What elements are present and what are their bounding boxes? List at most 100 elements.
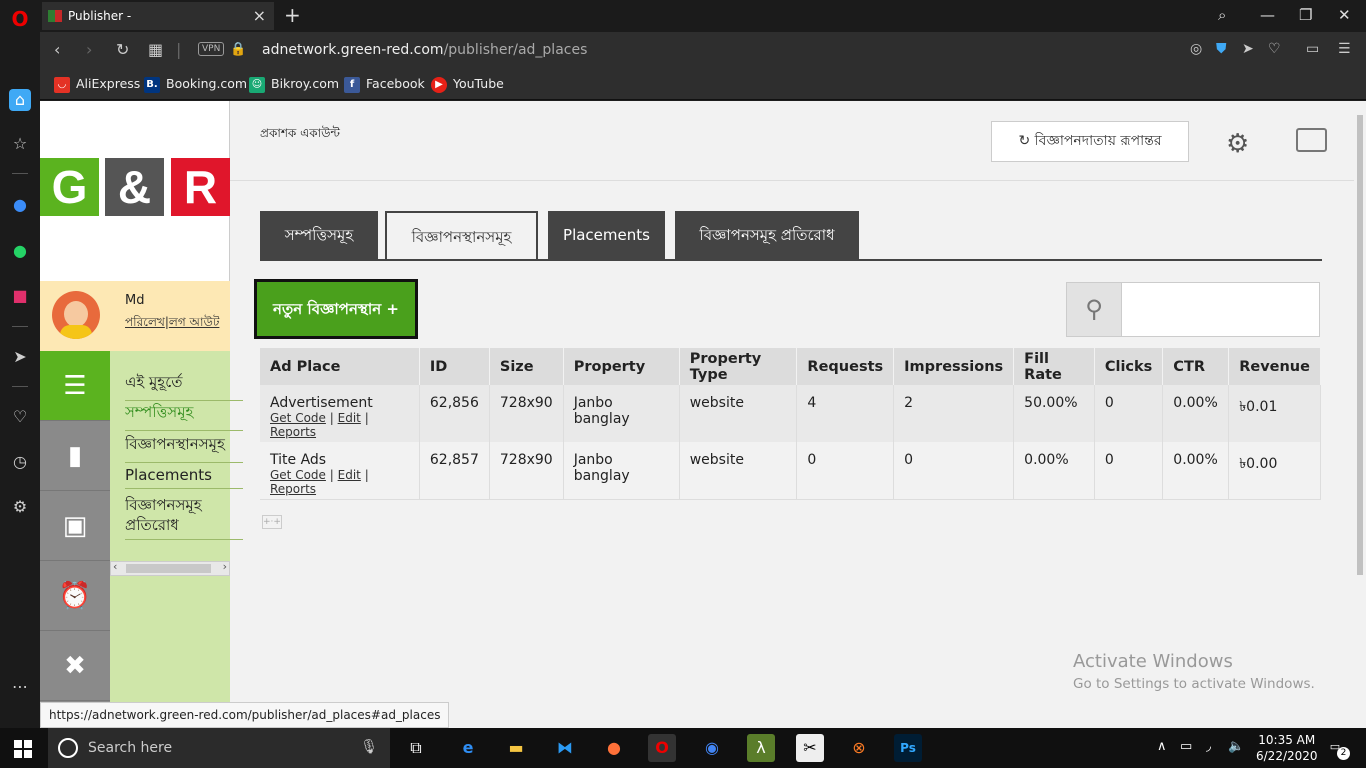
easy-setup-icon[interactable]: ☰	[1338, 41, 1351, 57]
bookmark-youtube[interactable]: ▶ YouTube	[431, 76, 504, 93]
reload-icon[interactable]: ↻	[116, 40, 129, 59]
col-size[interactable]: Size	[489, 348, 564, 385]
menu-item-placements[interactable]: Placements	[125, 466, 243, 489]
more-icon[interactable]: ⋯	[9, 676, 31, 698]
vscode-icon[interactable]: ⧓	[551, 734, 579, 762]
menu-item-properties[interactable]: সম্পত্তিসমূহ	[125, 401, 243, 431]
vpn-badge[interactable]: VPN	[198, 42, 225, 56]
gear-icon[interactable]: ⚙	[1226, 129, 1249, 159]
history-icon[interactable]: ◷	[9, 451, 31, 473]
new-tab-icon[interactable]: +	[284, 3, 301, 27]
search-tabs-icon[interactable]: ⌕	[1218, 6, 1226, 24]
taskbar-search[interactable]: Search here 🎙	[48, 728, 390, 768]
profile-link[interactable]: পরিলেখ	[125, 315, 165, 329]
search-input[interactable]	[1122, 282, 1320, 337]
battery-icon[interactable]: ▭	[1306, 41, 1319, 57]
col-property[interactable]: Property	[563, 348, 680, 385]
instagram-icon[interactable]: ■	[9, 285, 31, 307]
heart-bookmark-icon[interactable]: ♡	[1268, 41, 1281, 57]
tools-icon[interactable]: ✖	[40, 631, 110, 701]
bookmark-label: Bikroy.com	[271, 76, 340, 91]
page-scrollbar[interactable]	[1354, 101, 1366, 728]
bar-chart-icon[interactable]: ▮	[40, 421, 110, 491]
opera-taskbar-icon[interactable]: O	[648, 734, 676, 762]
lambda-app-icon[interactable]: λ	[747, 734, 775, 762]
menu-item-ad-places[interactable]: বিজ্ঞাপনস্থানসমূহ	[125, 433, 243, 463]
col-property-type[interactable]: Property Type	[679, 348, 798, 385]
tab-ad-blocking[interactable]: বিজ্ঞাপনসমূহ প্রতিরোধ	[675, 211, 859, 260]
tab-ad-places[interactable]: বিজ্ঞাপনস্থানসমূহ	[385, 211, 538, 261]
wallet-icon[interactable]: ▣	[40, 491, 110, 561]
heart-icon[interactable]: ♡	[9, 406, 31, 428]
edge-icon[interactable]: e	[454, 734, 482, 762]
bookmarks-icon[interactable]: ☆	[9, 133, 31, 155]
speed-dial-icon[interactable]: ⌂	[9, 89, 31, 111]
opera-logo-icon[interactable]: O	[9, 8, 31, 30]
get-code-link[interactable]: Get Code	[270, 411, 326, 425]
tray-chevron-icon[interactable]: ∧	[1157, 739, 1167, 754]
battery-tray-icon[interactable]: ▭	[1180, 739, 1192, 754]
messenger-icon[interactable]: ●	[9, 194, 31, 216]
photoshop-icon[interactable]: Ps	[894, 734, 922, 762]
settings-icon[interactable]: ⚙	[9, 496, 31, 518]
share-icon[interactable]: ➤	[1242, 41, 1254, 57]
task-view-icon[interactable]: ⧉	[402, 734, 430, 762]
chrome-icon[interactable]: ◉	[698, 734, 726, 762]
col-clicks[interactable]: Clicks	[1094, 348, 1164, 385]
pager-toggle[interactable]: +·+	[262, 515, 282, 529]
menu-item-now[interactable]: এই মুহূর্তে	[125, 371, 243, 401]
xampp-icon[interactable]: ⊗	[845, 734, 873, 762]
menu-scrollbar[interactable]: ‹ ›	[110, 560, 230, 576]
alarm-clock-icon[interactable]: ⏰	[40, 561, 110, 631]
col-revenue[interactable]: Revenue	[1228, 348, 1321, 385]
convert-to-advertiser-button[interactable]: ↻ বিজ্ঞাপনদাতায় রূপান্তর	[991, 121, 1189, 162]
tab-properties[interactable]: সম্পত্তিসমূহ	[260, 211, 378, 260]
whatsapp-icon[interactable]: ●	[9, 240, 31, 262]
wifi-icon[interactable]: ◞	[1206, 739, 1211, 754]
list-icon[interactable]: ☰	[40, 351, 110, 421]
get-code-link[interactable]: Get Code	[270, 468, 326, 482]
bookmark-bikroy[interactable]: ☺ Bikroy.com	[249, 76, 339, 93]
volume-icon[interactable]: 🔈	[1228, 739, 1244, 754]
notifications-icon[interactable]: ▭ 2	[1324, 736, 1350, 760]
col-id[interactable]: ID	[419, 348, 490, 385]
col-fill-rate[interactable]: Fill Rate	[1013, 348, 1095, 385]
clock[interactable]: 10:35 AM 6/22/2020	[1256, 732, 1318, 764]
windows-start-icon[interactable]	[14, 740, 32, 758]
bookmark-facebook[interactable]: f Facebook	[344, 76, 425, 93]
forward-icon[interactable]: ›	[86, 40, 92, 59]
browser-tab[interactable]: Publisher - ×	[42, 2, 274, 30]
reports-link[interactable]: Reports	[270, 482, 316, 496]
search-icon[interactable]: ⚲	[1066, 282, 1122, 337]
adblock-shield-icon[interactable]: ⛊	[1216, 41, 1227, 57]
snapshot-icon[interactable]: ◎	[1190, 41, 1202, 57]
minimize-icon[interactable]: —	[1260, 6, 1275, 24]
col-ctr[interactable]: CTR	[1162, 348, 1230, 385]
chat-icon[interactable]	[1296, 128, 1327, 152]
send-icon[interactable]: ➤	[9, 346, 31, 368]
firefox-icon[interactable]: ●	[600, 734, 628, 762]
close-window-icon[interactable]: ✕	[1338, 6, 1351, 24]
col-impressions[interactable]: Impressions	[893, 348, 1015, 385]
snipping-tool-icon[interactable]: ✂	[796, 734, 824, 762]
bookmark-booking[interactable]: B. Booking.com	[144, 76, 247, 93]
file-explorer-icon[interactable]: ▬	[502, 734, 530, 762]
back-icon[interactable]: ‹	[54, 40, 60, 59]
microphone-icon[interactable]: 🎙	[360, 739, 378, 755]
logout-link[interactable]: লগ আউট	[169, 315, 220, 329]
edit-link[interactable]: Edit	[338, 468, 361, 482]
bookmark-aliexpress[interactable]: ◡ AliExpress	[54, 76, 140, 93]
col-ad-place[interactable]: Ad Place	[260, 348, 420, 385]
close-tab-icon[interactable]: ×	[253, 6, 266, 25]
new-ad-place-button[interactable]: নতুন বিজ্ঞাপনস্থান +	[254, 279, 418, 339]
reports-link[interactable]: Reports	[270, 425, 316, 439]
menu-item-ad-blocking[interactable]: বিজ্ঞাপনসমূহ প্রতিরোধ	[125, 495, 243, 540]
avatar[interactable]	[52, 291, 100, 339]
url-field[interactable]: adnetwork.green-red.com/publisher/ad_pla…	[262, 42, 587, 58]
tab-placements[interactable]: Placements	[548, 211, 665, 260]
edit-link[interactable]: Edit	[338, 411, 361, 425]
restore-icon[interactable]: ❐	[1299, 6, 1312, 24]
tabs-grid-icon[interactable]: ▦	[148, 40, 163, 59]
lock-icon[interactable]: 🔒	[230, 42, 246, 57]
col-requests[interactable]: Requests	[796, 348, 895, 385]
